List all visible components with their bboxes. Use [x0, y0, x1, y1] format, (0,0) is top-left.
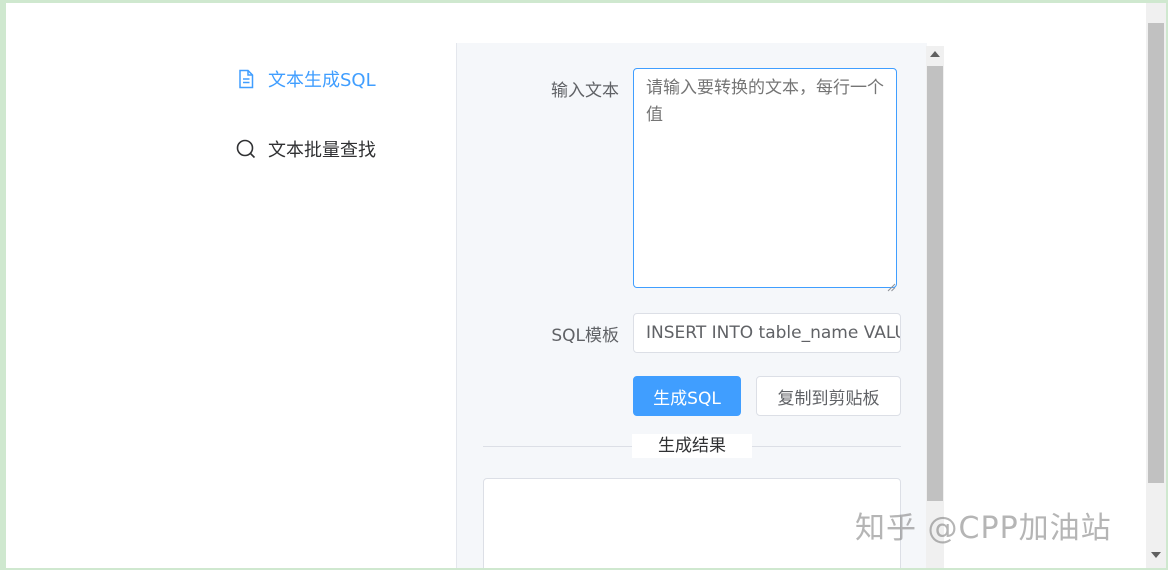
panel-scrollbar[interactable] — [926, 46, 944, 568]
sidebar-item-label: 文本批量查找 — [268, 140, 376, 161]
search-icon — [236, 139, 256, 159]
scroll-up-arrow-icon[interactable] — [930, 51, 940, 57]
watermark: 知乎 @CPP加油站 — [855, 511, 1112, 546]
input-text-area[interactable] — [633, 68, 897, 288]
sidebar-item-label: 文本生成SQL — [268, 70, 376, 91]
window-scrollbar-thumb[interactable] — [1148, 23, 1164, 483]
document-icon — [236, 69, 256, 89]
resize-handle-icon[interactable] — [886, 277, 896, 292]
panel-scrollbar-thumb[interactable] — [927, 66, 943, 501]
sql-template-label: SQL模板 — [551, 326, 619, 346]
generate-sql-button[interactable]: 生成SQL — [633, 376, 741, 416]
scroll-down-arrow-icon[interactable] — [1151, 552, 1161, 558]
window-scrollbar[interactable] — [1146, 3, 1166, 568]
result-output-area[interactable] — [483, 478, 901, 568]
sidebar-item-batch-search[interactable]: 文本批量查找 — [236, 135, 376, 163]
sidebar-item-text-to-sql[interactable]: 文本生成SQL — [236, 65, 376, 93]
result-divider-label: 生成结果 — [632, 434, 752, 458]
main-form-panel: 输入文本 SQL模板 INSERT INTO table_name VALUES… — [456, 43, 927, 568]
app-window: 文本生成SQL 文本批量查找 输入文本 SQL模板 INSERT INTO ta… — [6, 3, 1166, 568]
sql-template-input[interactable]: INSERT INTO table_name VALUES — [633, 313, 901, 353]
input-text-label: 输入文本 — [551, 81, 619, 101]
copy-to-clipboard-button[interactable]: 复制到剪贴板 — [756, 376, 901, 416]
